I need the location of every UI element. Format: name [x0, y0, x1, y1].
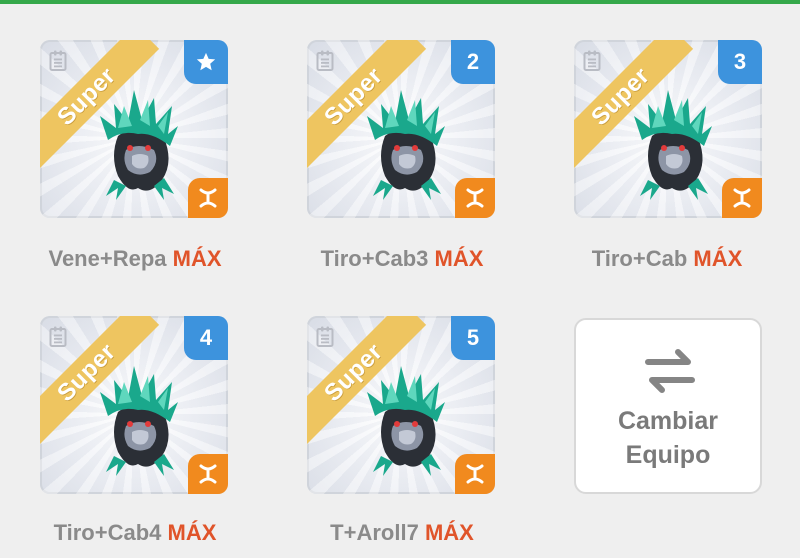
change-team-label: Cambiar Equipo	[576, 404, 760, 472]
element-icon	[199, 464, 217, 484]
element-badge	[188, 178, 228, 218]
team-name-label-4: Tiro+Cab4 MÁX	[5, 520, 265, 546]
team-card-1[interactable]: Super	[40, 40, 232, 222]
monster-tile[interactable]: Super	[40, 40, 228, 218]
element-icon	[466, 464, 484, 484]
max-level-label: MÁX	[434, 246, 484, 271]
monster-tile[interactable]: Super 2	[307, 40, 495, 218]
team-slot-badge: 4	[184, 316, 228, 360]
team-slot-badge: 2	[451, 40, 495, 84]
change-team-button[interactable]: Cambiar Equipo	[574, 318, 762, 494]
max-level-label: MÁX	[693, 246, 743, 271]
monster-tile[interactable]: Super 4	[40, 316, 228, 494]
element-icon	[733, 188, 751, 208]
max-level-label: MÁX	[167, 520, 217, 545]
element-icon	[199, 188, 217, 208]
max-level-label: MÁX	[424, 520, 474, 545]
element-icon	[466, 188, 484, 208]
change-team-line1: Cambiar	[617, 407, 719, 435]
team-name: Tiro+Cab4	[53, 520, 162, 545]
team-name-label-2: Tiro+Cab3 MÁX	[272, 246, 532, 272]
team-name: Tiro+Cab3	[320, 246, 429, 271]
top-accent-strip	[0, 0, 800, 4]
element-badge	[455, 178, 495, 218]
element-badge	[722, 178, 762, 218]
team-name-label-1: Vene+Repa MÁX	[5, 246, 265, 272]
monster-tile[interactable]: Super 5	[307, 316, 495, 494]
monster-tile[interactable]: Super 3	[574, 40, 762, 218]
team-name: Tiro+Cab	[591, 246, 688, 271]
notes-icon[interactable]	[583, 50, 601, 72]
team-slot-badge: 3	[718, 40, 762, 84]
team-slot-badge	[184, 40, 228, 84]
notes-icon[interactable]	[49, 50, 67, 72]
team-name-label-3: Tiro+Cab MÁX	[537, 246, 797, 272]
notes-icon[interactable]	[316, 50, 334, 72]
notes-icon[interactable]	[316, 326, 334, 348]
team-card-3[interactable]: Super 3	[574, 40, 766, 222]
notes-icon[interactable]	[49, 326, 67, 348]
team-slot-badge: 5	[451, 316, 495, 360]
team-card-5[interactable]: Super 5	[307, 316, 499, 498]
team-card-2[interactable]: Super 2	[307, 40, 499, 222]
team-card-4[interactable]: Super 4	[40, 316, 232, 498]
element-badge	[188, 454, 228, 494]
team-name-label-5: T+Aroll7 MÁX	[272, 520, 532, 546]
team-name: Vene+Repa	[48, 246, 167, 271]
change-team-line2: Equipo	[625, 441, 711, 469]
star-icon	[196, 52, 216, 71]
team-name: T+Aroll7	[330, 520, 419, 545]
max-level-label: MÁX	[172, 246, 222, 271]
element-badge	[455, 454, 495, 494]
swap-arrows-icon	[645, 349, 695, 393]
